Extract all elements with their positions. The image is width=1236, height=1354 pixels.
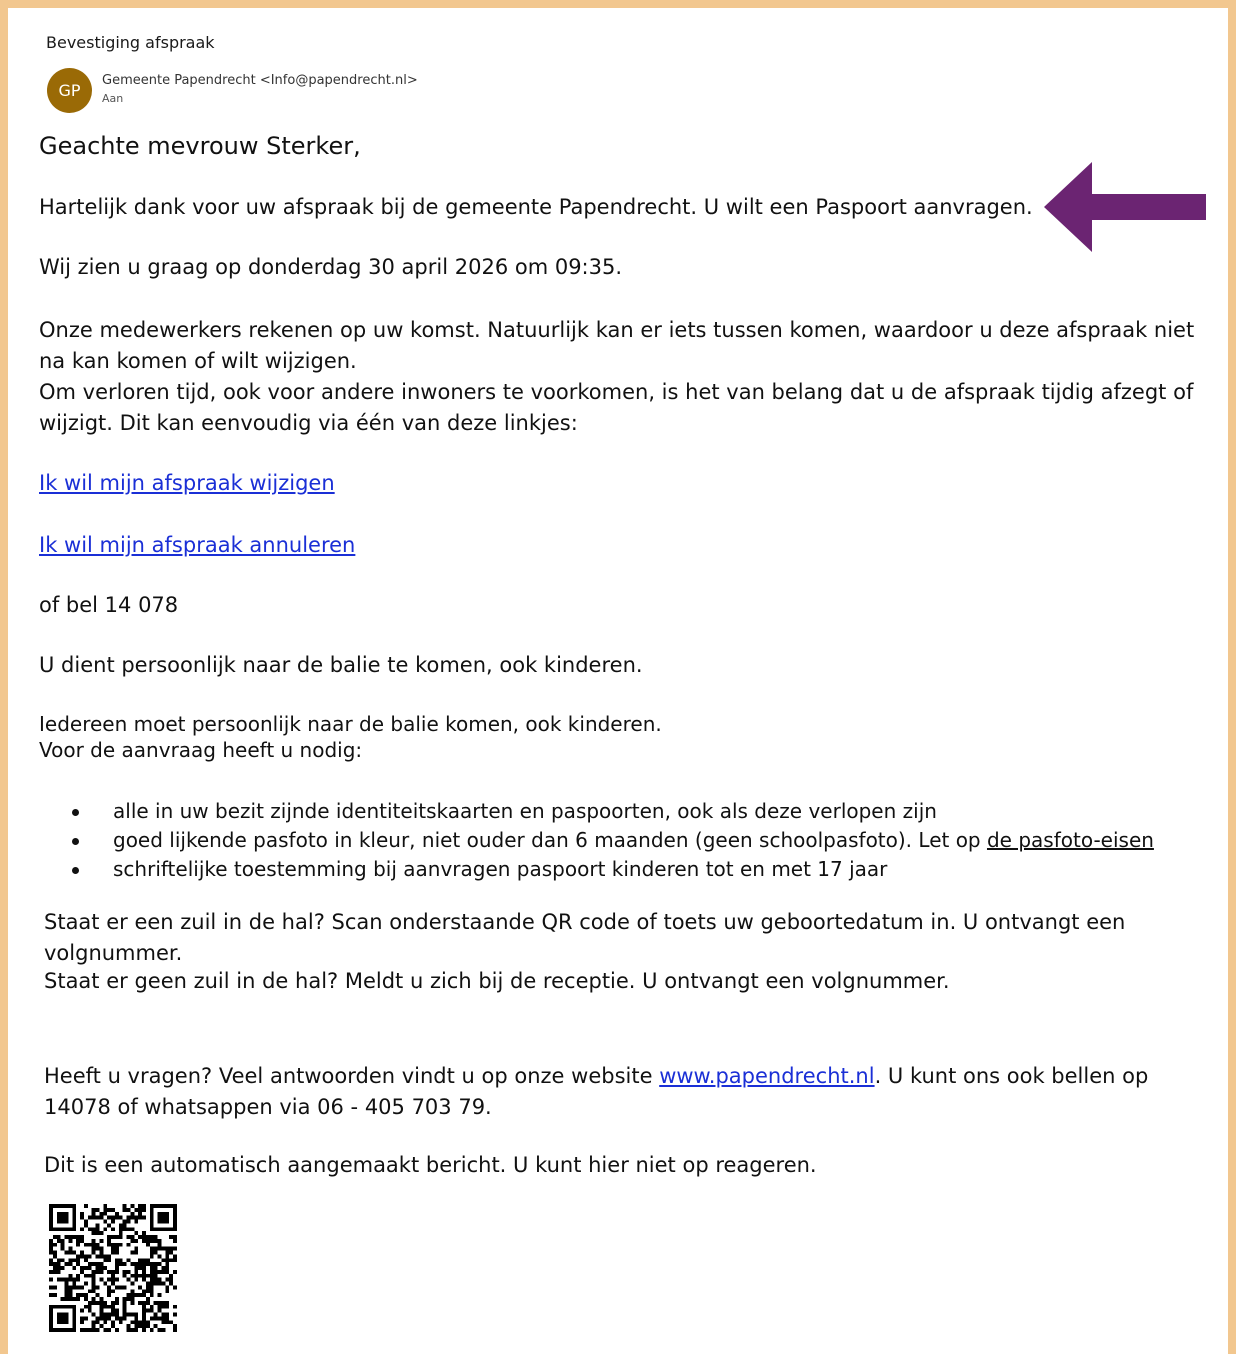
call-line: of bel 14 078 <box>39 593 179 617</box>
everyone-line: Iedereen moet persoonlijk naar de balie … <box>39 712 662 736</box>
automatic-message-line: Dit is een automatisch aangemaakt berich… <box>44 1153 817 1177</box>
recipient-label[interactable]: Aan <box>102 92 123 105</box>
bullet-icon <box>72 838 79 845</box>
no-kiosk-line: Staat er geen zuil in de hal? Meldt u zi… <box>44 969 950 993</box>
thanks-line: Hartelijk dank voor uw afspraak bij de g… <box>39 195 1033 219</box>
bullet-icon <box>72 867 79 874</box>
appointment-line: Wij zien u graag op donderdag 30 april 2… <box>39 255 623 279</box>
paragraph-cancel-info: Om verloren tijd, ook voor andere inwone… <box>39 380 1194 435</box>
questions-paragraph: Heeft u vragen? Veel antwoorden vindt u … <box>44 1064 1149 1119</box>
change-appointment-link[interactable]: Ik wil mijn afspraak wijzigen <box>39 471 335 495</box>
paragraph-arrival: Onze medewerkers rekenen op uw komst. Na… <box>39 318 1195 373</box>
needed-line: Voor de aanvraag heeft u nodig: <box>39 738 363 762</box>
kiosk-paragraph: Staat er een zuil in de hal? Scan onders… <box>44 910 1126 965</box>
photo-requirements-link[interactable]: de pasfoto-eisen <box>987 828 1154 852</box>
website-link[interactable]: www.papendrecht.nl <box>659 1064 874 1088</box>
greeting: Geachte mevrouw Sterker, <box>39 132 361 160</box>
in-person-line: U dient persoonlijk naar de balie te kom… <box>39 653 643 677</box>
sender-address[interactable]: Gemeente Papendrecht <Info@papendrecht.n… <box>102 73 418 88</box>
email-subject: Bevestiging afspraak <box>46 33 215 52</box>
bullet-icon <box>72 809 79 816</box>
cancel-appointment-link[interactable]: Ik wil mijn afspraak annuleren <box>39 533 355 557</box>
avatar[interactable]: GP <box>47 68 92 113</box>
bullet-text: goed lijkende pasfoto in kleur, niet oud… <box>113 828 987 852</box>
purple-arrow-icon <box>1044 162 1206 252</box>
qr-code <box>49 1204 177 1332</box>
